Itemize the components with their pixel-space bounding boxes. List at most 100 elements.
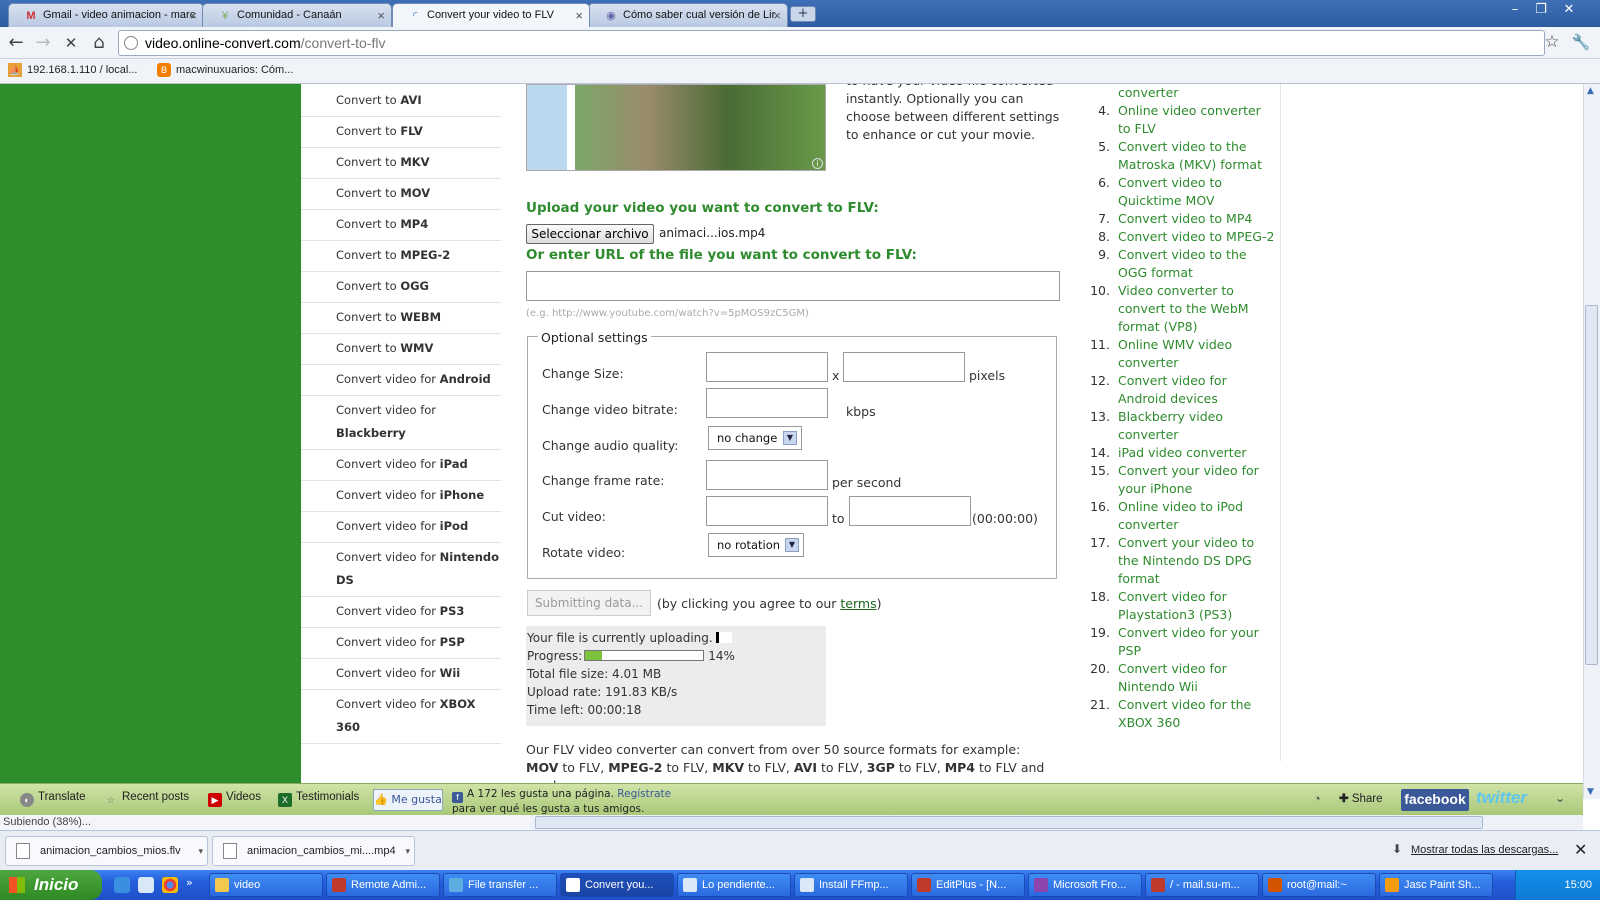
tab-como-saber[interactable]: ◉ Cómo saber cual versión de Lir × — [588, 3, 788, 27]
rotate-select[interactable]: no rotation ▼ — [708, 533, 804, 557]
item-link[interactable]: converter — [1118, 85, 1178, 100]
related-converter-item[interactable]: 18. Convert video for Playstation3 (PS3) — [1086, 588, 1276, 624]
taskbar-item[interactable]: Jasc Paint Sh... — [1379, 873, 1493, 897]
left-nav-item[interactable]: Convert to OGG — [301, 272, 501, 303]
back-icon[interactable]: ← — [5, 32, 27, 54]
scroll-down-icon[interactable]: ▼ — [1587, 787, 1594, 797]
chrome-icon[interactable] — [162, 877, 178, 893]
terms-link[interactable]: terms — [840, 596, 876, 611]
related-converter-item[interactable]: 21. Convert video for the XBOX 360 — [1086, 696, 1276, 732]
left-nav-item[interactable]: Convert to MKV — [301, 148, 501, 179]
restore-icon[interactable]: ❐ — [1530, 1, 1552, 19]
related-converter-item[interactable]: 19. Convert video for your PSP — [1086, 624, 1276, 660]
item-link[interactable]: Online video to iPod converter — [1118, 499, 1243, 532]
cut-end-input[interactable] — [849, 496, 971, 526]
left-nav-item[interactable]: Convert video for PS3 — [301, 597, 501, 628]
forward-icon[interactable]: → — [32, 32, 54, 54]
like-button[interactable]: 👍 Me gusta — [373, 789, 443, 811]
related-converter-item[interactable]: 12. Convert video for Android devices — [1086, 372, 1276, 408]
download-item[interactable]: animacion_cambios_mi....mp4 ▾ — [212, 836, 415, 866]
close-icon[interactable]: ✕ — [1574, 840, 1587, 859]
item-link[interactable]: Convert video to the OGG format — [1118, 247, 1247, 280]
home-icon[interactable]: ⌂ — [88, 32, 110, 54]
scrollbar-thumb[interactable] — [1585, 305, 1598, 665]
left-nav-item[interactable]: Convert to WMV — [301, 334, 501, 365]
related-converter-item[interactable]: 6. Convert video to Quicktime MOV — [1086, 174, 1276, 210]
left-nav-item[interactable]: Convert to MP4 — [301, 210, 501, 241]
address-bar[interactable]: video.online-convert.com/convert-to-flv — [118, 30, 1545, 56]
item-link[interactable]: Convert video for the XBOX 360 — [1118, 697, 1251, 730]
item-link[interactable]: Convert video for Nintendo Wii — [1118, 661, 1227, 694]
star-icon[interactable]: ☆ — [1541, 31, 1563, 53]
window-close-icon[interactable]: ✕ — [1558, 1, 1580, 19]
choose-file-button[interactable]: Seleccionar archivo — [526, 224, 654, 244]
item-link[interactable]: Convert your video to the Nintendo DS DP… — [1118, 535, 1254, 586]
twitter-button[interactable]: twitter — [1476, 788, 1527, 808]
left-nav-item[interactable]: Convert to MOV — [301, 179, 501, 210]
new-tab-button[interactable]: + — [790, 6, 816, 22]
left-nav-item[interactable]: Convert video for Android — [301, 365, 501, 396]
item-link[interactable]: Video converter to convert to the WebM f… — [1118, 283, 1249, 334]
taskbar-item[interactable]: root@mail:~ — [1262, 873, 1376, 897]
show-all-downloads-link[interactable]: Mostrar todas las descargas... — [1411, 844, 1558, 856]
item-link[interactable]: Convert video to MPEG-2 — [1118, 229, 1274, 244]
related-converter-item[interactable]: 7. Convert video to MP4 — [1086, 210, 1276, 228]
item-link[interactable]: Online video converter to FLV — [1118, 103, 1261, 136]
chevron-down-icon[interactable]: ⌄ — [1555, 791, 1565, 805]
item-link[interactable]: Convert video for Android devices — [1118, 373, 1227, 406]
related-converter-item[interactable]: 15. Convert your video for your iPhone — [1086, 462, 1276, 498]
chevron-down-icon[interactable]: ▾ — [405, 837, 410, 865]
item-link[interactable]: Convert video to the Matroska (MKV) form… — [1118, 139, 1262, 172]
taskbar-item[interactable]: Install FFmp... — [794, 873, 908, 897]
chevron-down-icon[interactable]: ▾ — [198, 837, 203, 865]
close-icon[interactable]: × — [377, 8, 385, 23]
taskbar-item[interactable]: EditPlus - [N... — [911, 873, 1025, 897]
related-converter-item[interactable]: 17. Convert your video to the Nintendo DS… — [1086, 534, 1276, 588]
item-link[interactable]: Convert video for your PSP — [1118, 625, 1259, 658]
related-converter-item[interactable]: 11. Online WMV video converter — [1086, 336, 1276, 372]
framerate-input[interactable] — [706, 460, 828, 490]
left-nav-item[interactable]: Convert video for Blackberry — [301, 396, 501, 450]
taskbar-item[interactable]: Remote Admi... — [326, 873, 440, 897]
taskbar-item[interactable]: / - mail.su-m... — [1145, 873, 1259, 897]
related-converter-item[interactable]: 20. Convert video for Nintendo Wii — [1086, 660, 1276, 696]
item-link[interactable]: Online WMV video converter — [1118, 337, 1232, 370]
tab-gmail[interactable]: M Gmail - video animacion - marc × — [8, 3, 204, 27]
close-icon[interactable]: × — [189, 8, 197, 23]
related-converter-item[interactable]: 8. Convert video to MPEG-2 — [1086, 228, 1276, 246]
rss-icon[interactable]: ◔ — [1313, 791, 1321, 806]
width-input[interactable] — [706, 352, 828, 382]
tab-comunidad[interactable]: ¥ Comunidad - Canaán × — [202, 3, 392, 27]
left-nav-item[interactable]: Convert video for iPad — [301, 450, 501, 481]
facebook-button[interactable]: facebook — [1401, 789, 1469, 811]
bookmark-macwinuxuarios[interactable]: Bmacwinuxuarios: Cóm... — [157, 63, 293, 77]
item-link[interactable]: Convert video to MP4 — [1118, 211, 1252, 226]
share-button[interactable]: ✚ Share — [1339, 791, 1383, 805]
download-item[interactable]: animacion_cambios_mios.flv ▾ — [5, 836, 208, 866]
videos-button[interactable]: ▶ Videos — [208, 791, 261, 807]
minimize-icon[interactable]: – — [1504, 1, 1526, 19]
item-link[interactable]: iPad video converter — [1118, 445, 1247, 460]
cut-start-input[interactable] — [706, 496, 828, 526]
related-converter-item[interactable]: converter — [1086, 84, 1276, 102]
taskbar-item[interactable]: video — [209, 873, 323, 897]
close-icon[interactable]: × — [773, 8, 781, 23]
item-link[interactable]: Convert your video for your iPhone — [1118, 463, 1259, 496]
taskbar-item[interactable]: Lo pendiente... — [677, 873, 791, 897]
scroll-up-icon[interactable]: ▲ — [1587, 86, 1594, 96]
left-nav-item[interactable]: Convert to MPEG-2 — [301, 241, 501, 272]
ie-icon[interactable] — [114, 877, 130, 893]
related-converter-item[interactable]: 14. iPad video converter — [1086, 444, 1276, 462]
submit-button[interactable]: Submitting data... — [527, 590, 651, 616]
left-nav-item[interactable]: Convert video for iPhone — [301, 481, 501, 512]
recent-posts-button[interactable]: ☆ Recent posts — [104, 791, 189, 807]
desktop-icon[interactable] — [138, 877, 154, 893]
taskbar-item[interactable]: Convert you... — [560, 873, 674, 897]
audio-quality-select[interactable]: no change ▼ — [708, 426, 802, 450]
horizontal-scrollbar-thumb[interactable] — [535, 816, 1483, 829]
related-converter-item[interactable]: 4. Online video converter to FLV — [1086, 102, 1276, 138]
taskbar-item[interactable]: Microsoft Fro... — [1028, 873, 1142, 897]
item-link[interactable]: Convert video to Quicktime MOV — [1118, 175, 1222, 208]
left-nav-item[interactable]: Convert to WEBM — [301, 303, 501, 334]
left-nav-item[interactable]: Convert video for XBOX 360 — [301, 690, 501, 744]
